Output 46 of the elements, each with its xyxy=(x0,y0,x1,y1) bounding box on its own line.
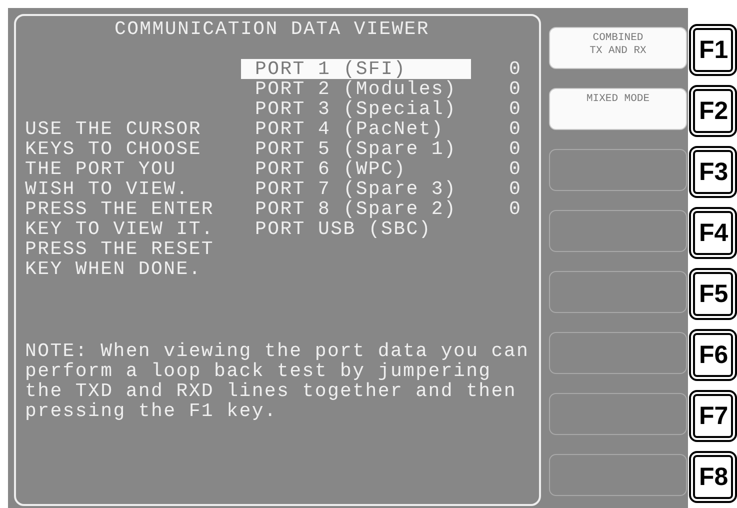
function-key[interactable]: F1 xyxy=(689,24,737,76)
softkey-button[interactable]: MIXED MODE xyxy=(549,88,687,130)
softkey-button[interactable] xyxy=(549,393,687,435)
instruction-text: USE THE CURSOR xyxy=(25,119,202,139)
port-item[interactable]: PORT 5 (Spare 1) xyxy=(241,139,471,159)
function-key[interactable]: F6 xyxy=(689,329,737,381)
instruction-text: THE PORT YOU xyxy=(25,159,178,179)
instruction-text: KEYS TO CHOOSE xyxy=(25,139,202,159)
note-text: the TXD and RXD lines together and then xyxy=(25,381,518,401)
function-key[interactable]: F3 xyxy=(689,146,737,198)
softkey-button[interactable] xyxy=(549,332,687,374)
port-item[interactable]: PORT 1 (SFI) xyxy=(241,59,471,79)
port-count: 0 xyxy=(509,99,522,119)
port-count: 0 xyxy=(509,139,522,159)
function-key[interactable]: F2 xyxy=(689,85,737,137)
softkey-button[interactable] xyxy=(549,149,687,191)
screen-title: COMMUNICATION DATA VIEWER xyxy=(113,19,431,39)
softkey-button[interactable] xyxy=(549,210,687,252)
note-text: pressing the F1 key. xyxy=(25,401,278,421)
note-text: NOTE: When viewing the port data you can xyxy=(25,341,530,361)
port-count: 0 xyxy=(509,179,522,199)
port-item[interactable]: PORT 7 (Spare 3) xyxy=(241,179,471,199)
instruction-text: PRESS THE RESET xyxy=(25,239,216,259)
function-key[interactable]: F8 xyxy=(689,451,737,503)
port-count: 0 xyxy=(509,159,522,179)
instruction-text: KEY TO VIEW IT. xyxy=(25,219,216,239)
instruction-text: PRESS THE ENTER xyxy=(25,199,216,219)
port-count: 0 xyxy=(509,79,522,99)
softkey-button[interactable] xyxy=(549,454,687,496)
port-item[interactable]: PORT 3 (Special) xyxy=(241,99,471,119)
port-count: 0 xyxy=(509,119,522,139)
function-key[interactable]: F5 xyxy=(689,268,737,320)
instruction-text: KEY WHEN DONE. xyxy=(25,259,202,279)
port-count: 0 xyxy=(509,59,522,79)
softkey-button[interactable]: COMBINED TX AND RX xyxy=(549,27,687,69)
port-item[interactable]: PORT 4 (PacNet) xyxy=(241,119,471,139)
note-text: perform a loop back test by jumpering xyxy=(25,361,492,381)
port-count: 0 xyxy=(509,199,522,219)
port-item[interactable]: PORT USB (SBC) xyxy=(241,219,471,239)
function-key[interactable]: F7 xyxy=(689,390,737,442)
port-item[interactable]: PORT 6 (WPC) xyxy=(241,159,471,179)
softkey-button[interactable] xyxy=(549,271,687,313)
port-item[interactable]: PORT 2 (Modules) xyxy=(241,79,471,99)
instruction-text: WISH TO VIEW. xyxy=(25,179,190,199)
function-key[interactable]: F4 xyxy=(689,207,737,259)
port-item[interactable]: PORT 8 (Spare 2) xyxy=(241,199,471,219)
